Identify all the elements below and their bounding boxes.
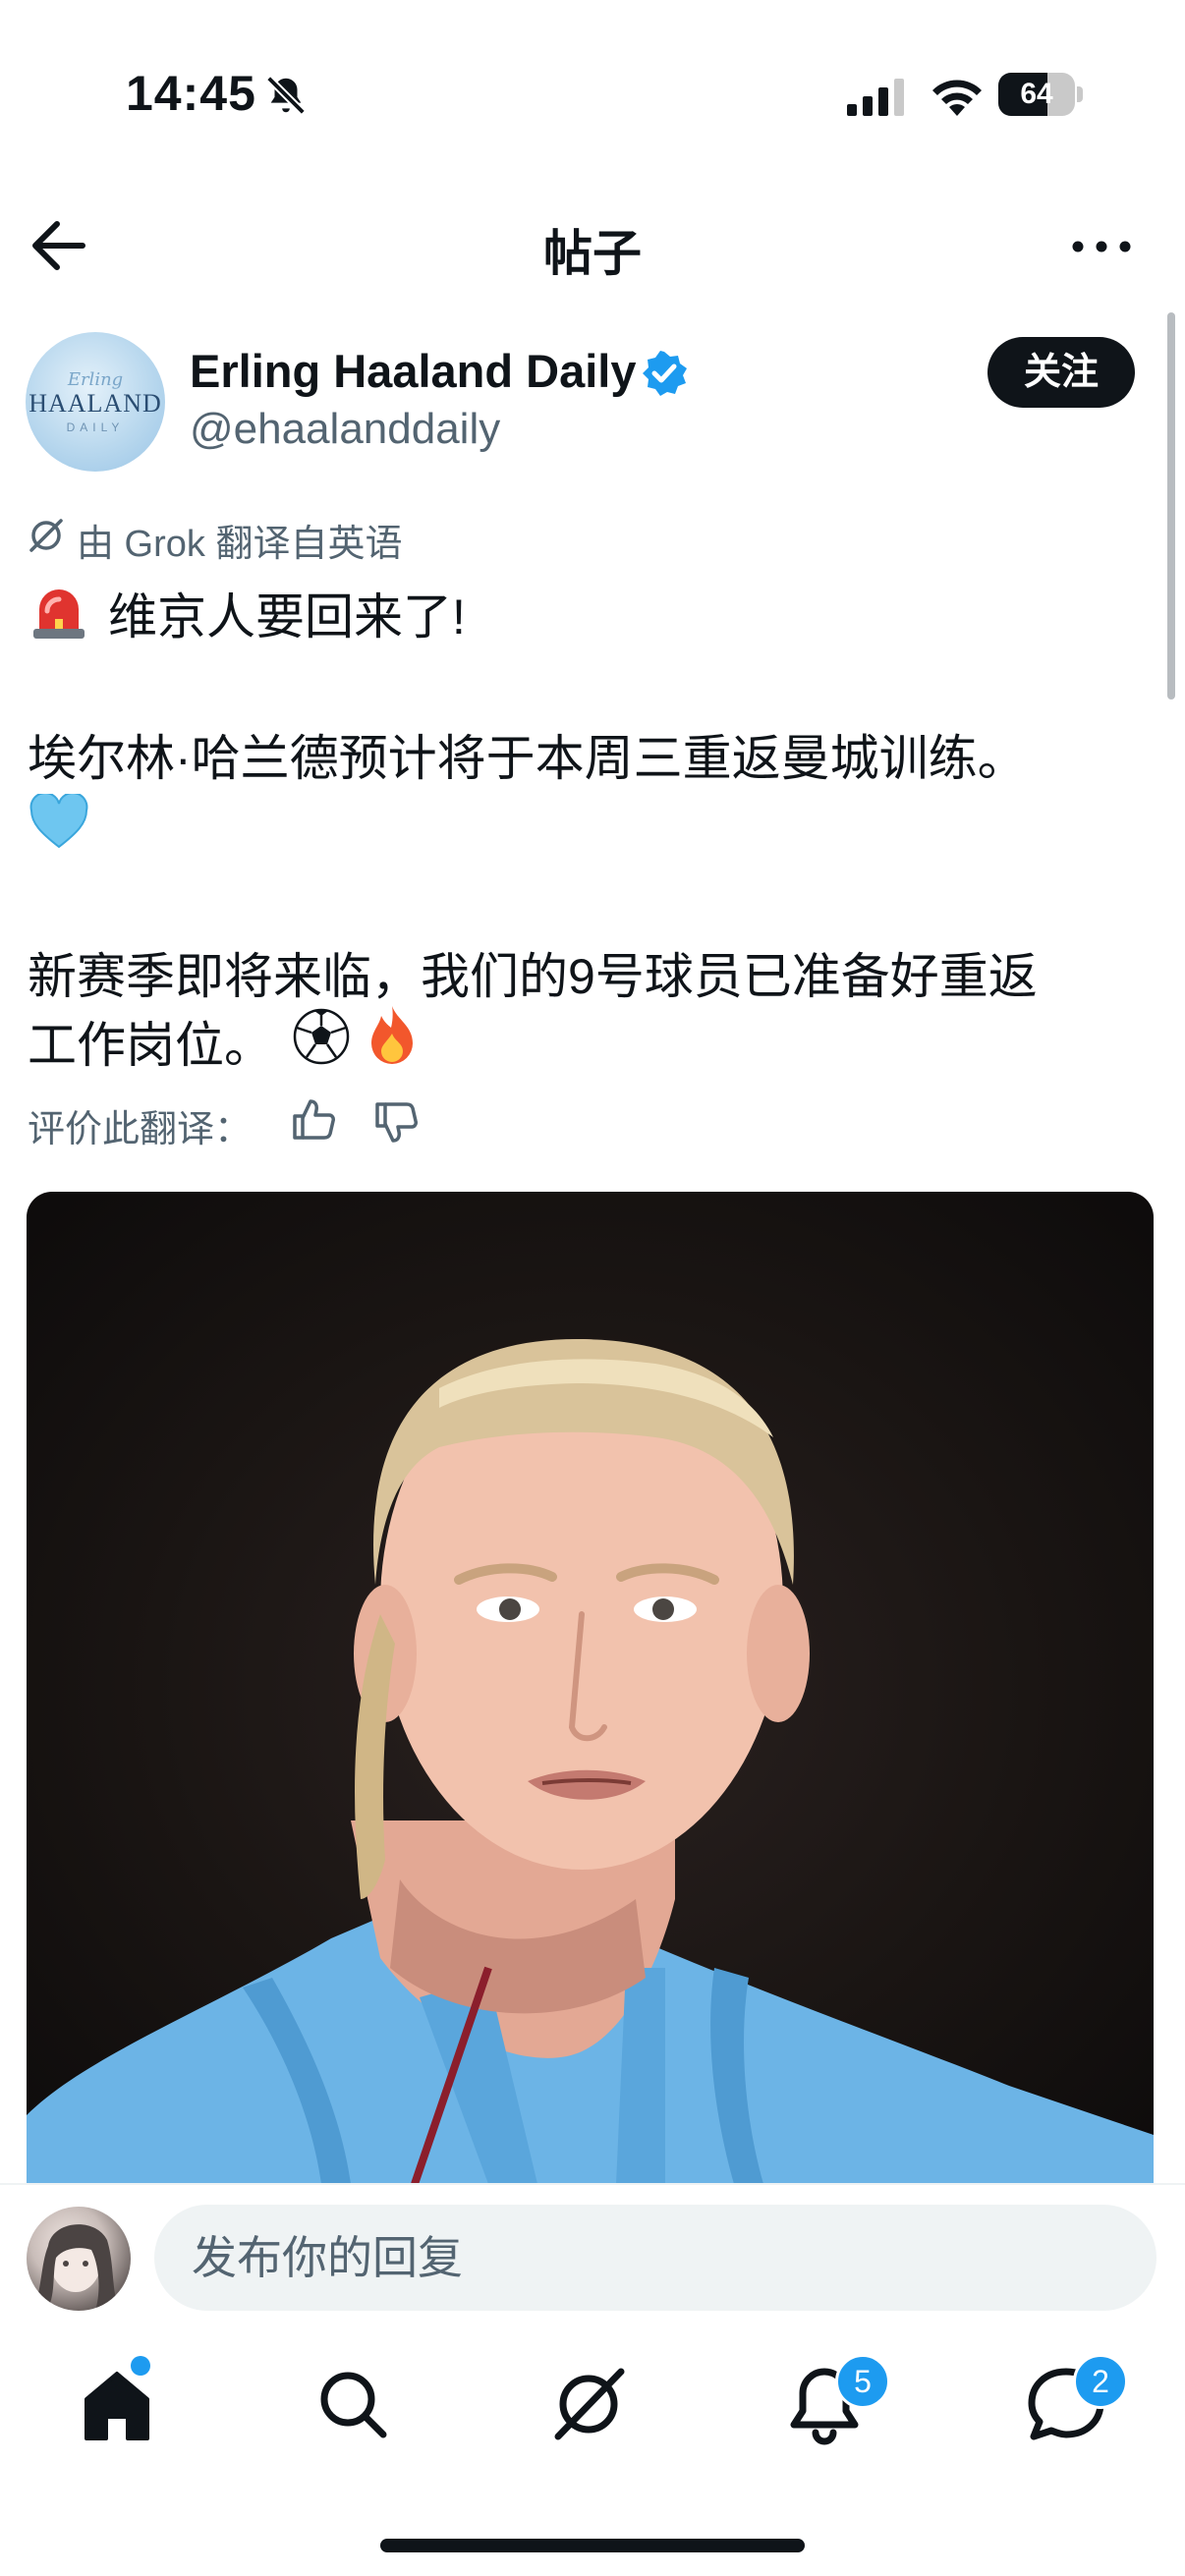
status-time: 14:45 xyxy=(126,66,256,121)
post-line-1-text: 维京人要回来了! xyxy=(108,589,466,644)
rate-translation-label: 评价此翻译： xyxy=(28,1109,253,1150)
author-avatar[interactable]: Erling HAALAND DAILY xyxy=(26,332,165,472)
my-avatar[interactable] xyxy=(27,2207,131,2311)
blue-heart-icon xyxy=(29,794,88,849)
avatar-logo-title: HAALAND xyxy=(28,389,162,418)
wifi-icon xyxy=(932,80,982,116)
reply-input[interactable]: 发布你的回复 xyxy=(154,2205,1157,2311)
avatar-logo-sub: DAILY xyxy=(66,420,125,434)
home-unread-dot xyxy=(131,2356,150,2376)
battery-percent: 64 xyxy=(1020,78,1053,110)
post-line-2: 埃尔林·哈兰德预计将于本周三重返曼城训练。 xyxy=(28,731,1027,786)
player-photo xyxy=(27,1339,1154,2184)
author-handle[interactable]: @ehaalanddaily xyxy=(190,405,500,454)
avatar-image xyxy=(32,2224,121,2311)
translation-note: 由 Grok 翻译自英语 xyxy=(77,524,403,565)
thumbs-down-icon[interactable] xyxy=(373,1100,419,1146)
thumbs-up-icon[interactable] xyxy=(291,1096,336,1142)
search-icon[interactable] xyxy=(309,2360,397,2448)
cellular-signal-icon xyxy=(847,79,904,116)
author-name[interactable]: Erling Haaland Daily xyxy=(190,344,636,398)
post-image[interactable] xyxy=(27,1192,1154,2184)
page-title: 帖子 xyxy=(543,226,642,281)
verified-badge-icon xyxy=(643,351,687,396)
home-icon[interactable] xyxy=(73,2360,161,2448)
fire-icon xyxy=(371,1006,413,1064)
siren-icon xyxy=(33,589,85,639)
battery-icon: 64 xyxy=(998,73,1083,118)
bell-slash-icon xyxy=(266,76,306,115)
soccer-ball-icon xyxy=(293,1008,350,1065)
post-line-3: 新赛季即将来临，我们的9号球员已准备好重返 xyxy=(28,949,1038,1004)
messages-badge: 2 xyxy=(1073,2354,1128,2409)
scrollbar[interactable] xyxy=(1167,312,1175,700)
notifications-badge: 5 xyxy=(835,2354,890,2409)
post-line-4: 工作岗位。 xyxy=(28,1018,273,1073)
grok-icon[interactable] xyxy=(544,2360,633,2448)
more-horizontal-icon[interactable] xyxy=(1067,222,1136,271)
avatar-logo-script: Erling xyxy=(67,369,124,390)
follow-button[interactable]: 关注 xyxy=(988,337,1135,408)
home-indicator[interactable] xyxy=(380,2539,805,2552)
grok-icon xyxy=(29,519,63,552)
